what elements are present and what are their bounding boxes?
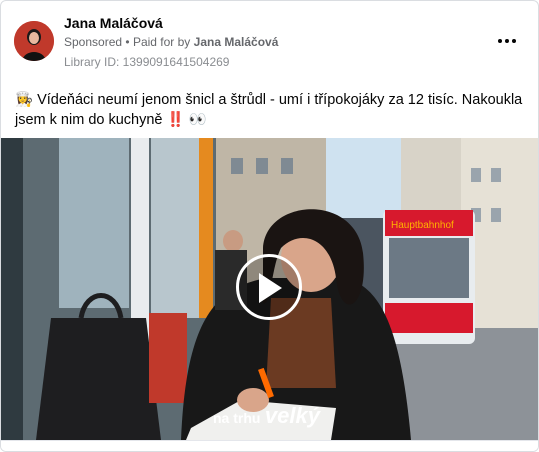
library-id: Library ID: 1399091641504269	[64, 55, 230, 69]
logo-small-text: na trhu	[213, 410, 261, 426]
sponsored-label: Sponsored	[64, 35, 123, 49]
separator-dot: •	[125, 35, 130, 49]
video-logo: na trhu velký	[213, 403, 320, 429]
ad-card: Jana Maláčová Sponsored • Paid for by Ja…	[0, 0, 539, 452]
post-body: Vídeňáci neumí jenom šnicl a štrůdl - um…	[15, 92, 523, 128]
paid-by-name[interactable]: Jana Maláčová	[194, 35, 279, 49]
avatar-image	[14, 21, 54, 61]
paid-for-prefix: Paid for by	[132, 35, 191, 49]
post-header: Jana Maláčová Sponsored • Paid for by Ja…	[1, 1, 538, 81]
more-options-button[interactable]	[495, 29, 519, 53]
play-icon	[259, 273, 282, 303]
card-footer	[1, 440, 538, 451]
author-avatar[interactable]	[14, 21, 54, 61]
bus-sign: Hauptbahnhof	[391, 220, 454, 231]
logo-big-text: velký	[264, 403, 320, 428]
emoji-cook: 👩‍🍳	[15, 92, 34, 108]
post-text: 👩‍🍳 Vídeňáci neumí jenom šnicl a štrůdl …	[15, 90, 525, 130]
sponsored-line: Sponsored • Paid for by Jana Maláčová	[64, 35, 278, 49]
author-name[interactable]: Jana Maláčová	[64, 15, 163, 31]
emoji-tail: ‼️ 👀	[166, 112, 207, 128]
play-button[interactable]	[236, 254, 302, 320]
